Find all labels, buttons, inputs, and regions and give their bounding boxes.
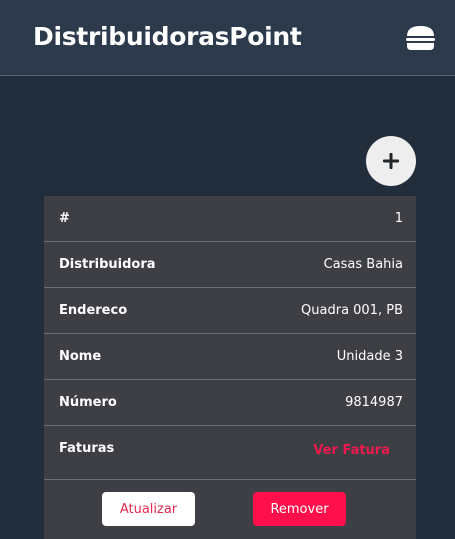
row-label: Número <box>59 395 117 410</box>
row-label: Faturas <box>59 441 115 456</box>
row-value: 9814987 <box>345 395 403 410</box>
plus-icon <box>383 153 399 169</box>
row-value: Casas Bahia <box>323 257 403 272</box>
row-label: Distribuidora <box>59 257 156 272</box>
row-value: Quadra 001, PB <box>301 303 403 318</box>
row-label: Endereco <box>59 303 128 318</box>
row-label: # <box>59 211 70 226</box>
row-value: Unidade 3 <box>336 349 403 364</box>
row-numero: Número 9814987 <box>44 380 416 426</box>
navbar: DistribuidorasPoint <box>0 0 455 76</box>
hamburger-icon[interactable] <box>405 25 436 52</box>
remove-button[interactable]: Remover <box>253 492 346 526</box>
row-value: 1 <box>394 211 403 226</box>
add-distributor-button[interactable] <box>366 136 416 186</box>
distributor-card: # 1 Distribuidora Casas Bahia Endereco Q… <box>44 196 416 539</box>
row-label: Nome <box>59 349 102 364</box>
card-actions: Atualizar Remover <box>44 479 416 539</box>
row-faturas: Faturas Ver Fatura <box>44 426 416 480</box>
row-distribuidora: Distribuidora Casas Bahia <box>44 242 416 288</box>
row-nome: Nome Unidade 3 <box>44 334 416 380</box>
row-id: # 1 <box>44 196 416 242</box>
view-invoice-link[interactable]: Ver Fatura <box>313 443 390 458</box>
row-endereco: Endereco Quadra 001, PB <box>44 288 416 334</box>
update-button[interactable]: Atualizar <box>102 492 195 526</box>
brand-logo-text[interactable]: DistribuidorasPoint <box>33 22 302 51</box>
